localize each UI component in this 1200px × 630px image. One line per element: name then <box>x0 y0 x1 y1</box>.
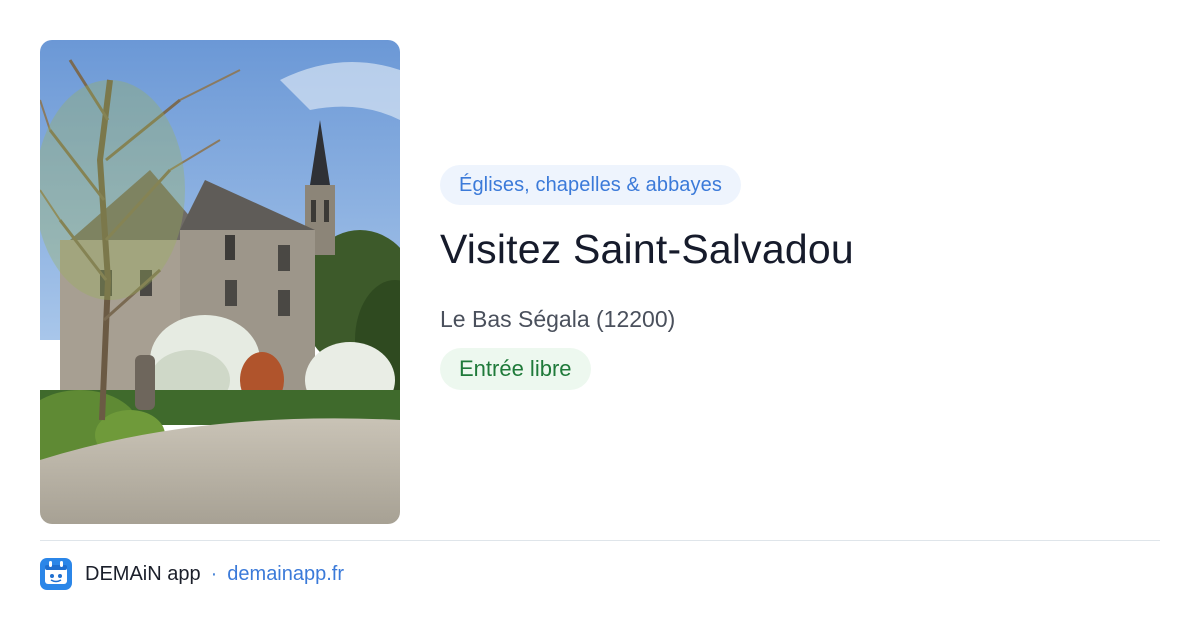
demain-app-logo-icon <box>40 558 72 590</box>
app-name: DEMAiN app <box>85 562 201 585</box>
access-badge: Entrée libre <box>440 348 591 390</box>
divider <box>40 540 1160 541</box>
place-photo <box>40 40 400 524</box>
site-link[interactable]: demainapp.fr <box>227 563 344 586</box>
location-text: Le Bas Ségala (12200) <box>440 306 676 332</box>
card-content: Églises, chapelles & abbayes Visitez Sai… <box>440 165 1160 390</box>
category-badge[interactable]: Églises, chapelles & abbayes <box>440 165 741 205</box>
footer-separator: · <box>210 562 218 585</box>
footer: DEMAiN app · demainapp.fr <box>40 558 344 590</box>
page-title: Visitez Saint-Salvadou <box>440 226 854 272</box>
